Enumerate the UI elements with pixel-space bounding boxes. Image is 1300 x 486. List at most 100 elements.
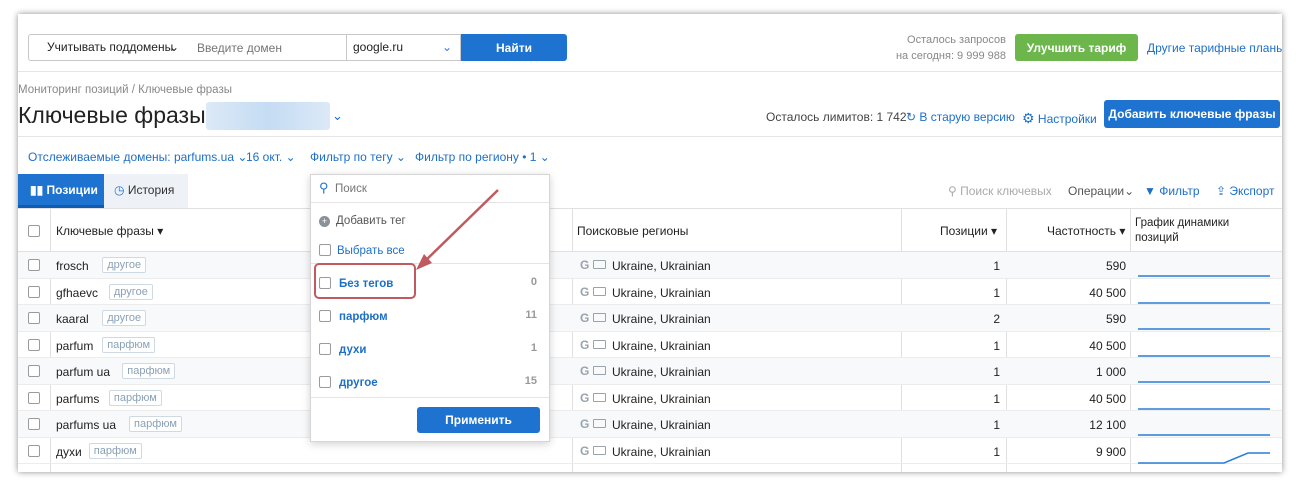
settings-link[interactable]: ⚙ Настройки — [1022, 110, 1097, 127]
date-filter[interactable]: 16 окт. ⌄ — [246, 150, 296, 164]
tag-option[interactable]: другое 15 — [319, 374, 541, 389]
other-plans-link[interactable]: Другие тарифные планы — [1147, 41, 1282, 55]
refresh-icon: ↻ — [906, 110, 920, 124]
frequency-value: 9 900 — [1095, 444, 1126, 459]
select-all-checkbox[interactable] — [28, 225, 40, 237]
google-icon: G — [580, 311, 590, 325]
search-region: Ukraine, Ukrainian — [612, 444, 711, 459]
apply-button[interactable]: Применить — [417, 407, 540, 433]
keyword-text[interactable]: духи — [56, 445, 82, 459]
checkbox[interactable] — [319, 244, 331, 256]
row-checkbox[interactable] — [28, 285, 40, 298]
add-tag-button[interactable]: + Добавить тег — [319, 215, 406, 227]
position-value: 1 — [993, 259, 1000, 273]
old-version-link[interactable]: ↻ В старую версию — [906, 110, 1015, 124]
keyword-tag[interactable]: парфюм — [88, 442, 142, 459]
keyword-text[interactable]: gfhaevc — [56, 286, 98, 300]
positions-header[interactable]: Позиции ▾ — [940, 209, 997, 253]
region-filter[interactable]: Фильтр по региону • 1 ⌄ — [415, 150, 550, 164]
tab-positions-label: Позиции — [46, 183, 98, 197]
search-region: Ukraine, Ukrainian — [612, 338, 711, 353]
table-row[interactable]: parfum ua парфюм G Ukraine, Ukrainian 1 1 000 — [18, 358, 1282, 385]
tag-option-label: духи — [339, 344, 367, 356]
select-all-tags[interactable]: Выбрать все — [319, 242, 405, 257]
keyword-search-placeholder: Поиск ключевых — [960, 184, 1052, 198]
row-checkbox[interactable] — [28, 365, 40, 377]
table-row[interactable]: frosch другое G Ukraine, Ukrainian 1 590 — [18, 252, 1282, 279]
keyword-text[interactable]: parfum ua — [56, 365, 110, 379]
search-region: Ukraine, Ukrainian — [612, 259, 711, 273]
keyword-text[interactable]: parfums — [56, 392, 99, 406]
tab-history-label: История — [127, 183, 175, 197]
tracked-domains-filter[interactable]: Отслеживаемые домены: parfums.ua ⌄ — [28, 150, 247, 164]
row-checkbox[interactable] — [28, 338, 40, 351]
chevron-down-icon[interactable]: ⌄ — [332, 108, 343, 124]
frequency-value: 40 500 — [1089, 285, 1126, 300]
keyword-text[interactable]: parfum — [56, 339, 93, 353]
position-sparkline[interactable] — [1138, 282, 1272, 306]
filter-button[interactable]: ▼ Фильтр — [1144, 184, 1200, 198]
table-row[interactable]: духи парфюм G Ukraine, Ukrainian 1 9 900 — [18, 438, 1282, 465]
chart-header: График динамики позиций — [1135, 216, 1229, 246]
old-version-label: В старую версию — [919, 110, 1015, 124]
tag-option[interactable]: духи 1 — [319, 341, 541, 356]
domain-input[interactable] — [187, 34, 347, 61]
settings-label: Настройки — [1037, 112, 1097, 126]
search-icon: ⚲ — [319, 180, 329, 195]
keyword-tag[interactable]: другое — [102, 257, 147, 273]
find-button[interactable]: Найти — [461, 34, 567, 61]
keyword-tag[interactable]: парфюм — [129, 416, 182, 432]
keyword-tag[interactable]: парфюм — [102, 336, 156, 353]
checkbox[interactable] — [319, 376, 331, 388]
keyword-text[interactable]: frosch — [56, 259, 89, 273]
add-keywords-button[interactable]: Добавить ключевые фразы — [1104, 100, 1280, 128]
desktop-icon — [593, 313, 606, 322]
keywords-header[interactable]: Ключевые фразы ▾ — [56, 209, 163, 253]
dropdown-search: ⚲ — [311, 175, 549, 203]
subdomains-select[interactable]: Учитывать поддомены ⌄ — [28, 34, 188, 61]
keyword-tag[interactable]: парфюм — [122, 363, 176, 379]
keywords-table-body: frosch другое G Ukraine, Ukrainian 1 590 gfhae… — [18, 252, 1282, 464]
position-sparkline[interactable] — [1138, 255, 1272, 279]
table-row[interactable]: parfums ua парфюм G Ukraine, Ukrainian 1 12 1… — [18, 411, 1282, 438]
checkbox[interactable] — [319, 343, 331, 355]
operations-menu[interactable]: Операции⌄ — [1068, 184, 1134, 198]
row-checkbox[interactable] — [28, 312, 40, 324]
row-checkbox[interactable] — [28, 418, 40, 430]
tag-search-input[interactable] — [335, 179, 535, 199]
position-sparkline[interactable] — [1138, 308, 1272, 332]
table-row[interactable]: parfum парфюм G Ukraine, Ukrainian 1 40 500 — [18, 332, 1282, 359]
quota-line-2: на сегодня: 9 999 988 — [895, 50, 1006, 62]
position-sparkline[interactable] — [1138, 388, 1272, 412]
desktop-icon — [593, 286, 606, 296]
row-checkbox[interactable] — [28, 391, 40, 404]
keyword-text[interactable]: kaaral — [56, 312, 89, 326]
row-checkbox[interactable] — [28, 444, 40, 457]
position-sparkline[interactable] — [1138, 441, 1272, 465]
position-sparkline[interactable] — [1138, 414, 1272, 438]
tab-history[interactable]: ◷ История — [104, 174, 188, 208]
search-engine-select[interactable]: google.ru ⌄ — [346, 34, 461, 61]
checkbox[interactable] — [319, 310, 331, 322]
keyword-text[interactable]: parfums ua — [56, 418, 116, 432]
table-row[interactable]: gfhaevc другое G Ukraine, Ukrainian 1 40 500 — [18, 279, 1282, 306]
keyword-tag[interactable]: парфюм — [108, 389, 162, 406]
upgrade-plan-button[interactable]: Улучшить тариф — [1015, 34, 1138, 61]
top-search-bar: Учитывать поддомены ⌄ google.ru ⌄ Найти … — [18, 14, 1282, 72]
position-sparkline[interactable] — [1138, 335, 1272, 359]
frequency-header[interactable]: Частотность ▾ — [1047, 209, 1125, 253]
keyword-tag[interactable]: другое — [108, 283, 153, 300]
position-sparkline[interactable] — [1138, 361, 1272, 385]
table-row[interactable]: kaaral другое G Ukraine, Ukrainian 2 590 — [18, 305, 1282, 332]
row-checkbox[interactable] — [28, 259, 40, 271]
tab-positions[interactable]: ▮▮ Позиции — [18, 174, 104, 208]
export-button[interactable]: ⇪ Экспорт — [1216, 184, 1274, 198]
table-row[interactable]: parfums парфюм G Ukraine, Ukrainian 1 40 500 — [18, 385, 1282, 412]
tag-filter[interactable]: Фильтр по тегу ⌄ — [310, 150, 406, 164]
keyword-tag[interactable]: другое — [102, 310, 147, 326]
position-value: 1 — [993, 338, 1000, 353]
subdomains-label: Учитывать поддомены — [47, 40, 174, 54]
tag-option[interactable]: парфюм 11 — [319, 308, 541, 323]
keyword-search[interactable]: ⚲ Поиск ключевых — [948, 184, 1052, 198]
google-icon: G — [580, 284, 590, 299]
